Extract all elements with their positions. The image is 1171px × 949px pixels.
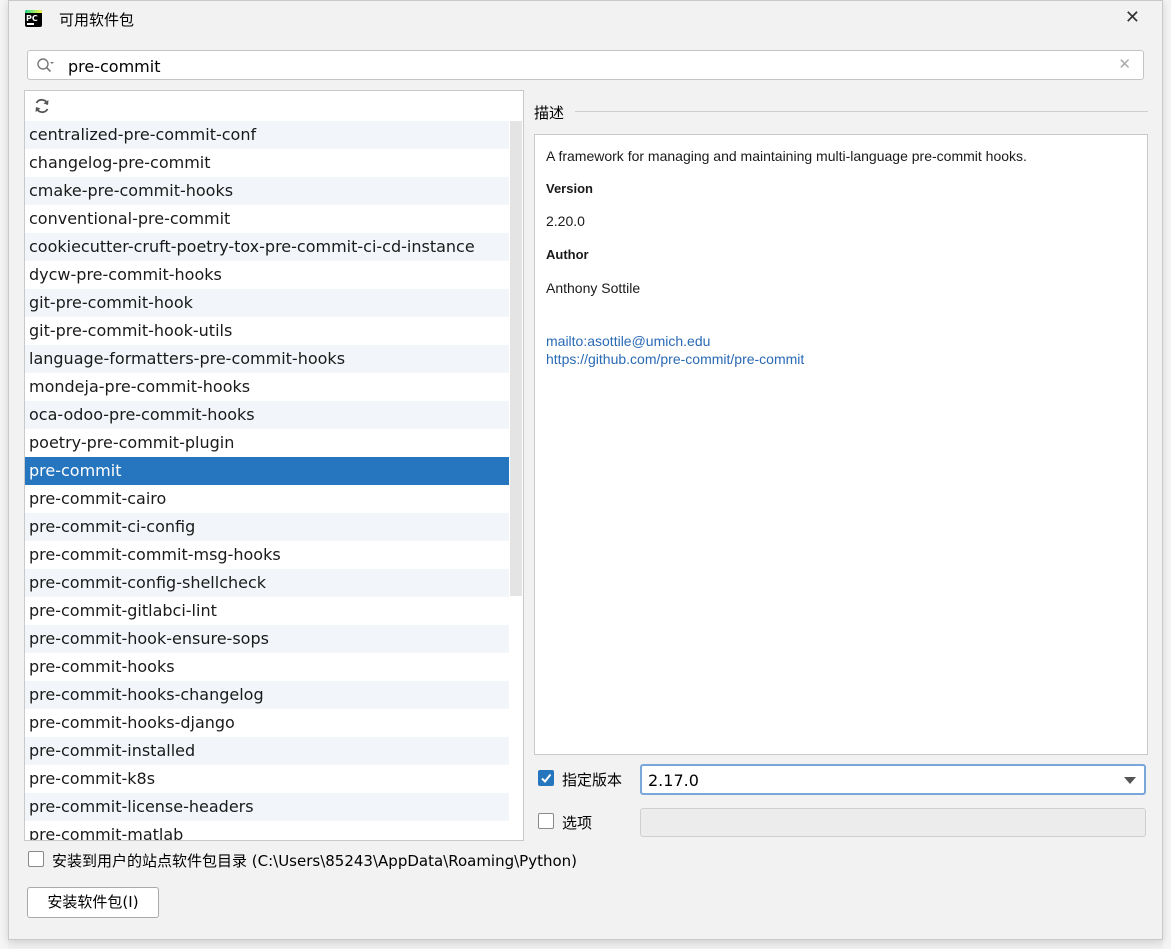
close-icon[interactable]: ✕ bbox=[1125, 7, 1140, 28]
description-pane: A framework for managing and maintaining… bbox=[534, 134, 1148, 755]
list-item[interactable]: pre-commit-commit-msg-hooks bbox=[25, 541, 510, 569]
list-item[interactable]: cookiecutter-cruft-poetry-tox-pre-commit… bbox=[25, 233, 510, 261]
list-item[interactable]: pre-commit-hook-ensure-sops bbox=[25, 625, 510, 653]
list-item-selected[interactable]: pre-commit bbox=[25, 457, 510, 485]
install-package-button[interactable]: 安装软件包(I) bbox=[27, 887, 159, 918]
window-title: 可用软件包 bbox=[59, 11, 135, 29]
install-user-site-checkbox[interactable] bbox=[28, 851, 44, 867]
install-user-site-label: 安装到用户的站点软件包目录 (C:\Users\85243\AppData\Ro… bbox=[52, 852, 578, 870]
list-item[interactable]: pre-commit-k8s bbox=[25, 765, 510, 793]
list-item[interactable]: pre-commit-gitlabci-lint bbox=[25, 597, 510, 625]
description-divider bbox=[575, 111, 1148, 112]
list-item[interactable]: git-pre-commit-hook-utils bbox=[25, 317, 510, 345]
list-item[interactable]: mondeja-pre-commit-hooks bbox=[25, 373, 510, 401]
list-item[interactable]: pre-commit-license-headers bbox=[25, 793, 510, 821]
description-text: A framework for managing and maintaining… bbox=[546, 148, 1027, 164]
checkmark-icon bbox=[541, 773, 552, 784]
background-app-right bbox=[1163, 0, 1171, 949]
list-item[interactable]: poetry-pre-commit-plugin bbox=[25, 429, 510, 457]
available-packages-dialog: PC 可用软件包 ✕ ✕ centralized-pre-commit-conf… bbox=[8, 0, 1163, 940]
list-item[interactable]: centralized-pre-commit-conf bbox=[25, 121, 510, 149]
list-toolbar bbox=[25, 91, 523, 121]
repository-link[interactable]: https://github.com/pre-commit/pre-commit bbox=[546, 351, 804, 367]
list-item[interactable]: pre-commit-config-shellcheck bbox=[25, 569, 510, 597]
specify-version-checkbox[interactable] bbox=[538, 770, 554, 786]
email-link[interactable]: mailto:asottile@umich.edu bbox=[546, 333, 710, 349]
list-scrollbar[interactable] bbox=[509, 121, 523, 840]
version-dropdown-value: 2.17.0 bbox=[648, 771, 699, 790]
list-item[interactable]: cmake-pre-commit-hooks bbox=[25, 177, 510, 205]
description-section-label: 描述 bbox=[534, 104, 565, 122]
list-item[interactable]: changelog-pre-commit bbox=[25, 149, 510, 177]
options-input[interactable] bbox=[640, 808, 1146, 837]
pycharm-icon: PC bbox=[25, 10, 42, 27]
title-bar: PC 可用软件包 ✕ bbox=[9, 1, 1162, 37]
scrollbar-thumb[interactable] bbox=[510, 121, 522, 596]
options-checkbox[interactable] bbox=[538, 813, 554, 829]
list-item[interactable]: pre-commit-hooks-changelog bbox=[25, 681, 510, 709]
options-label: 选项 bbox=[562, 814, 593, 832]
search-icon bbox=[37, 58, 54, 73]
list-item[interactable]: pre-commit-installed bbox=[25, 737, 510, 765]
author-heading: Author bbox=[546, 247, 589, 262]
refresh-icon[interactable] bbox=[33, 97, 51, 115]
search-field[interactable]: ✕ bbox=[27, 50, 1144, 80]
list-item[interactable]: pre-commit-cairo bbox=[25, 485, 510, 513]
package-list-pane: centralized-pre-commit-conf changelog-pre… bbox=[24, 90, 524, 841]
clear-search-icon[interactable]: ✕ bbox=[1118, 55, 1131, 73]
specify-version-label: 指定版本 bbox=[562, 771, 623, 789]
search-input[interactable] bbox=[66, 54, 1110, 78]
list-item[interactable]: pre-commit-hooks-django bbox=[25, 709, 510, 737]
version-value: 2.20.0 bbox=[546, 213, 585, 229]
version-heading: Version bbox=[546, 181, 593, 196]
list-item[interactable]: language-formatters-pre-commit-hooks bbox=[25, 345, 510, 373]
chevron-down-icon bbox=[1124, 777, 1136, 784]
background-app-left bbox=[0, 0, 8, 949]
author-value: Anthony Sottile bbox=[546, 280, 641, 296]
list-item[interactable]: oca-odoo-pre-commit-hooks bbox=[25, 401, 510, 429]
version-dropdown[interactable]: 2.17.0 bbox=[640, 764, 1146, 795]
list-item[interactable]: pre-commit-matlab bbox=[25, 821, 510, 840]
list-item[interactable]: pre-commit-hooks bbox=[25, 653, 510, 681]
list-item[interactable]: dycw-pre-commit-hooks bbox=[25, 261, 510, 289]
list-item[interactable]: conventional-pre-commit bbox=[25, 205, 510, 233]
list-item[interactable]: git-pre-commit-hook bbox=[25, 289, 510, 317]
list-item[interactable]: pre-commit-ci-config bbox=[25, 513, 510, 541]
package-list: centralized-pre-commit-conf changelog-pre… bbox=[25, 121, 510, 840]
